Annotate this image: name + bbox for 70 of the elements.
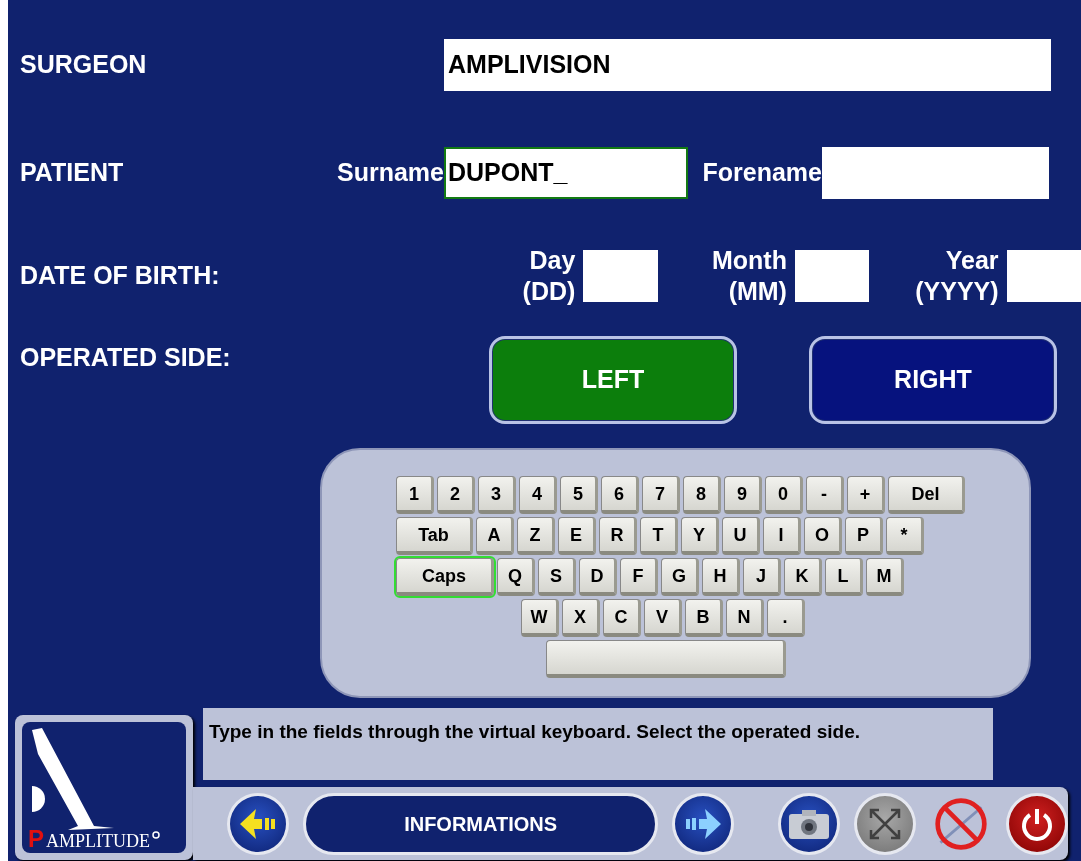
keyboard-key[interactable]: R — [599, 517, 637, 555]
field-label: SURGEON — [19, 49, 148, 81]
keyboard-key[interactable]: D — [579, 558, 617, 596]
keyboard-key[interactable]: C — [603, 599, 641, 637]
instruction-text: Type in the fields through the virtual keyboard. Select the operated side. — [203, 708, 993, 780]
keyboard-key[interactable]: - — [806, 476, 844, 514]
keyboard-key[interactable]: 7 — [642, 476, 680, 514]
field-label: OPERATED SIDE: — [19, 342, 232, 373]
keyboard-key[interactable]: W — [521, 599, 559, 637]
date-field[interactable] — [583, 249, 658, 302]
keyboard-key[interactable]: Del — [888, 476, 965, 514]
keyboard-key[interactable]: I — [763, 517, 801, 555]
field-label: Day — [528, 244, 576, 276]
keyboard-key[interactable]: 1 — [396, 476, 434, 514]
format-label: (DD) — [521, 275, 576, 307]
date-field[interactable] — [1006, 249, 1081, 302]
field-label: PATIENT — [19, 157, 125, 189]
keyboard-key[interactable]: A — [476, 517, 514, 555]
date-field[interactable] — [794, 249, 870, 302]
keyboard-key[interactable]: 2 — [437, 476, 475, 514]
keyboard-key[interactable]: J — [743, 558, 781, 596]
keyboard-key[interactable]: Caps — [396, 558, 494, 596]
text-field[interactable]: DUPONT_ — [444, 147, 688, 199]
keyboard-key[interactable]: 4 — [519, 476, 557, 514]
keyboard-key[interactable]: T — [640, 517, 678, 555]
space-key[interactable] — [546, 640, 786, 678]
logo-text: AMPLITUDE — [46, 831, 150, 851]
surgeon-field[interactable]: AMPLIVISION — [444, 39, 1051, 91]
keyboard-key[interactable]: S — [538, 558, 576, 596]
degree-icon — [152, 831, 160, 839]
keyboard-key[interactable]: U — [722, 517, 760, 555]
keyboard-key[interactable]: G — [661, 558, 699, 596]
keyboard-key[interactable]: M — [866, 558, 904, 596]
side-button[interactable]: LEFT — [489, 336, 737, 424]
keyboard-key[interactable]: H — [702, 558, 740, 596]
keyboard-key[interactable]: 6 — [601, 476, 639, 514]
keyboard-key[interactable]: L — [825, 558, 863, 596]
keyboard-key[interactable]: Q — [497, 558, 535, 596]
keyboard-key[interactable]: * — [886, 517, 924, 555]
keyboard-key[interactable]: B — [685, 599, 723, 637]
keyboard-key[interactable]: X — [562, 599, 600, 637]
keyboard-key[interactable]: 3 — [478, 476, 516, 514]
field-label: DATE OF BIRTH: — [19, 259, 221, 291]
keyboard-key[interactable]: 9 — [724, 476, 762, 514]
keyboard-key[interactable]: 8 — [683, 476, 721, 514]
text-field[interactable] — [822, 147, 1049, 199]
side-button[interactable]: RIGHT — [809, 336, 1057, 424]
field-label: Forename — [701, 157, 822, 189]
format-label: (YYYY) — [914, 275, 999, 307]
keyboard-key[interactable]: Tab — [396, 517, 473, 555]
keyboard-key[interactable]: K — [784, 558, 822, 596]
keyboard-key[interactable]: + — [847, 476, 885, 514]
keyboard-key[interactable]: 0 — [765, 476, 803, 514]
field-label: Month — [711, 244, 787, 276]
keyboard-key[interactable]: F — [620, 558, 658, 596]
keyboard-key[interactable]: . — [767, 599, 805, 637]
logo-mark: P — [28, 827, 44, 851]
camera-icon — [788, 807, 831, 840]
field-label: Surname — [336, 157, 444, 189]
keyboard-key[interactable]: V — [644, 599, 682, 637]
keyboard-key[interactable]: N — [726, 599, 764, 637]
keyboard-key[interactable]: P — [845, 517, 883, 555]
keyboard-key[interactable]: E — [558, 517, 596, 555]
field-label: Year — [944, 244, 999, 276]
keyboard-key[interactable]: O — [804, 517, 842, 555]
format-label: (MM) — [727, 275, 787, 307]
keyboard-key[interactable]: Y — [681, 517, 719, 555]
keyboard-key[interactable]: 5 — [560, 476, 598, 514]
screen-title: INFORMATIONS — [302, 792, 659, 855]
keyboard-key[interactable]: Z — [517, 517, 555, 555]
